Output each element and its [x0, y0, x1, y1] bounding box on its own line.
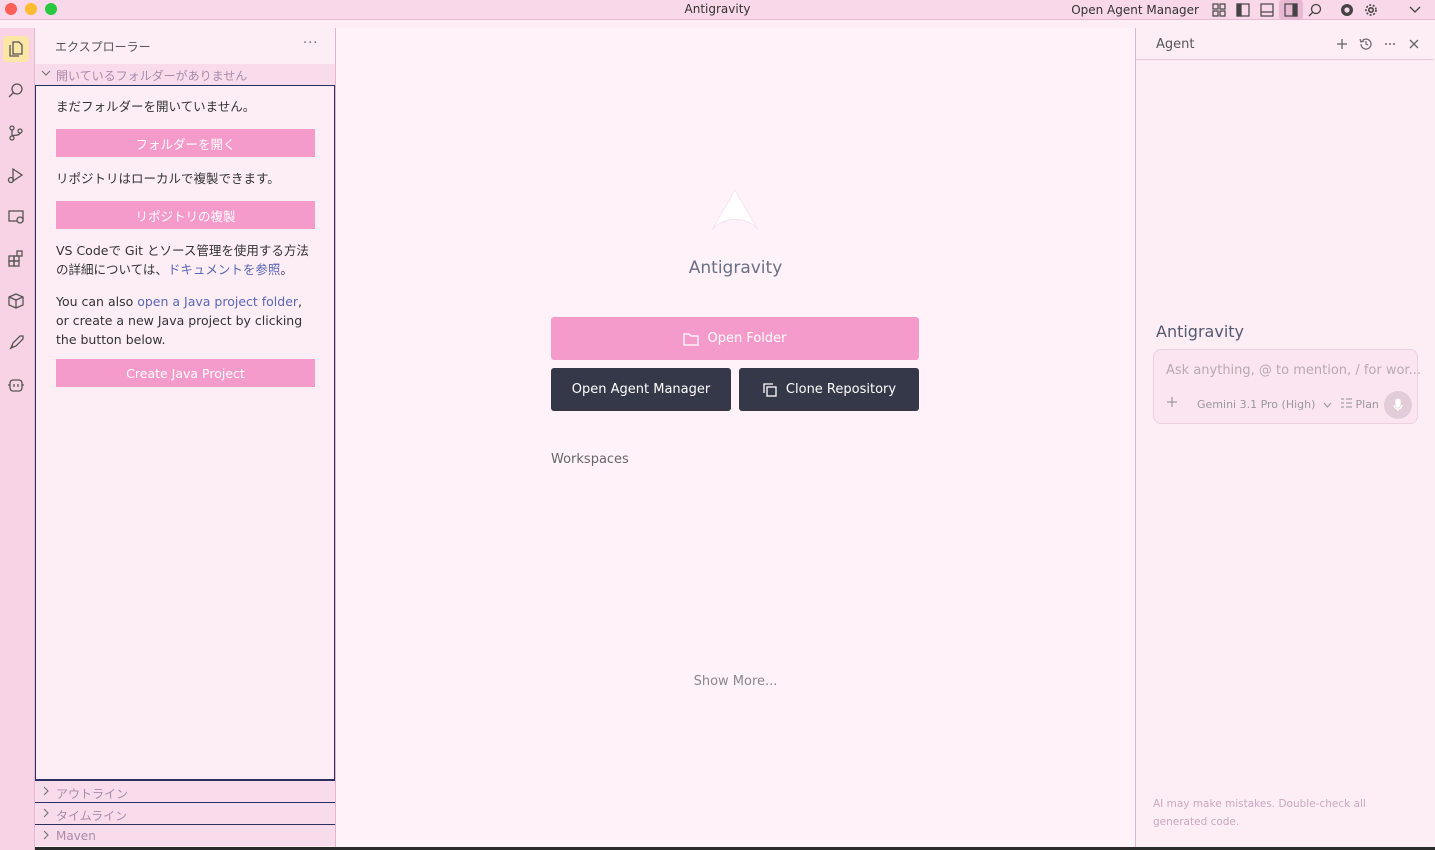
clone-repository-button[interactable]: Clone Repository	[739, 368, 919, 411]
agent-toolbar	[1330, 36, 1426, 52]
settings-gear-icon[interactable]	[1359, 0, 1383, 20]
list-icon	[1341, 398, 1352, 408]
explorer-header: エクスプローラー	[55, 40, 151, 54]
chevron-down-icon	[1323, 402, 1332, 408]
timeline-label: タイムライン	[56, 809, 128, 823]
chrome-icon[interactable]	[1335, 0, 1359, 20]
agent-header: Agent	[1136, 28, 1434, 60]
open-java-folder-link[interactable]: open a Java project folder	[137, 294, 298, 309]
git-docs-message: VS Codeで Git とソース管理を使用する方法 の詳細については、ドキュメ…	[56, 241, 318, 279]
java-text: You can also	[56, 294, 138, 309]
git-docs-text: VS Codeで Git とソース管理を使用する方法	[56, 243, 309, 258]
extensions-icon[interactable]	[3, 246, 29, 272]
open-agent-manager-label: Open Agent Manager	[571, 382, 711, 397]
show-more-link[interactable]: Show More...	[336, 674, 1135, 689]
ai-disclaimer: AI may make mistakes. Double-check all g…	[1153, 798, 1366, 828]
chevron-down-icon[interactable]	[1403, 0, 1427, 20]
agent-brand-title: Antigravity	[1156, 322, 1244, 341]
model-label: Gemini 3.1 Pro (High)	[1197, 398, 1316, 411]
mode-selector[interactable]: Plan	[1341, 398, 1379, 411]
title-bar: Antigravity Open Agent Manager	[0, 0, 1435, 20]
clone-repository-label: Clone Repository	[785, 382, 897, 397]
workspaces-heading: Workspaces	[551, 452, 629, 467]
more-actions-icon[interactable]: ···	[303, 36, 318, 51]
open-agent-manager-button[interactable]: Open Agent Manager	[551, 368, 731, 411]
open-agent-manager-link[interactable]: Open Agent Manager	[1071, 3, 1199, 17]
layout-grid-icon[interactable]	[1207, 0, 1231, 20]
chat-input-box[interactable]: Ask anything, @ to mention, / for wor...…	[1153, 349, 1421, 424]
open-folder-button[interactable]: フォルダーを開く	[56, 129, 315, 157]
outline-section-header[interactable]: アウトライン	[35, 780, 335, 802]
docs-link[interactable]: ドキュメントを参照	[168, 262, 281, 277]
robot-icon[interactable]	[3, 372, 29, 398]
chevron-down-icon	[41, 67, 51, 81]
no-folder-section-body: まだフォルダーを開いていません。 フォルダーを開く リポジトリはローカルで複製で…	[35, 85, 335, 780]
clone-repository-button[interactable]: リポジトリの複製	[56, 201, 315, 229]
title-bar-actions: Open Agent Manager	[1071, 0, 1435, 20]
open-folder-button[interactable]: Open Folder	[551, 317, 919, 360]
clone-message: リポジトリはローカルで複製できます。	[56, 171, 280, 186]
chat-input[interactable]: Ask anything, @ to mention, / for wor...	[1166, 363, 1421, 378]
run-debug-icon[interactable]	[3, 162, 29, 188]
maven-label: Maven	[56, 829, 96, 843]
agent-panel: Agent Antigravity Ask anything, @ to men…	[1135, 28, 1434, 848]
section-title: 開いているフォルダーがありません	[56, 69, 248, 83]
mode-label: Plan	[1355, 398, 1379, 411]
search-icon[interactable]	[3, 78, 29, 104]
chevron-right-icon	[41, 807, 51, 821]
java-message: You can also open a Java project folder,…	[56, 292, 318, 349]
chevron-right-icon	[41, 829, 51, 843]
outline-label: アウトライン	[56, 787, 129, 801]
source-control-icon[interactable]	[3, 120, 29, 146]
git-docs-text: 。	[280, 262, 293, 277]
packages-icon[interactable]	[3, 288, 29, 314]
antigravity-logo-icon	[708, 188, 762, 236]
toggle-primary-sidebar-icon[interactable]	[1231, 0, 1255, 20]
toggle-panel-icon[interactable]	[1255, 0, 1279, 20]
microphone-icon[interactable]	[1384, 391, 1412, 419]
rocket-icon[interactable]	[3, 330, 29, 356]
more-actions-icon[interactable]	[1378, 36, 1402, 52]
explorer-sidebar: エクスプローラー ··· 開いているフォルダーがありません まだフォルダーを開い…	[35, 28, 336, 848]
new-chat-icon[interactable]	[1330, 36, 1354, 52]
no-folder-section-header[interactable]: 開いているフォルダーがありません	[35, 64, 335, 85]
copy-icon	[763, 382, 777, 397]
agent-title: Agent	[1156, 37, 1195, 52]
close-icon[interactable]	[1402, 36, 1426, 52]
history-icon[interactable]	[1354, 36, 1378, 52]
welcome-editor: Antigravity Open Folder Open Agent Manag…	[336, 28, 1135, 848]
create-java-project-button[interactable]: Create Java Project	[56, 359, 315, 387]
add-context-icon[interactable]	[1166, 396, 1178, 411]
model-selector[interactable]: Gemini 3.1 Pro (High)	[1197, 398, 1332, 411]
activity-bar	[0, 28, 35, 850]
remote-explorer-icon[interactable]	[3, 204, 29, 230]
search-icon[interactable]	[1303, 0, 1327, 20]
timeline-section-header[interactable]: タイムライン	[35, 802, 335, 824]
chat-controls: Gemini 3.1 Pro (High) Plan	[1166, 391, 1412, 419]
folder-icon	[683, 332, 700, 346]
no-folder-message: まだフォルダーを開いていません。	[56, 99, 256, 114]
explorer-icon[interactable]	[3, 36, 29, 62]
open-folder-label: Open Folder	[707, 331, 787, 346]
welcome-brand-title: Antigravity	[688, 258, 783, 278]
maven-section-header[interactable]: Maven	[35, 824, 335, 846]
git-docs-text: の詳細については、	[56, 262, 168, 277]
chevron-right-icon	[41, 785, 51, 799]
toggle-secondary-sidebar-icon[interactable]	[1279, 0, 1303, 20]
